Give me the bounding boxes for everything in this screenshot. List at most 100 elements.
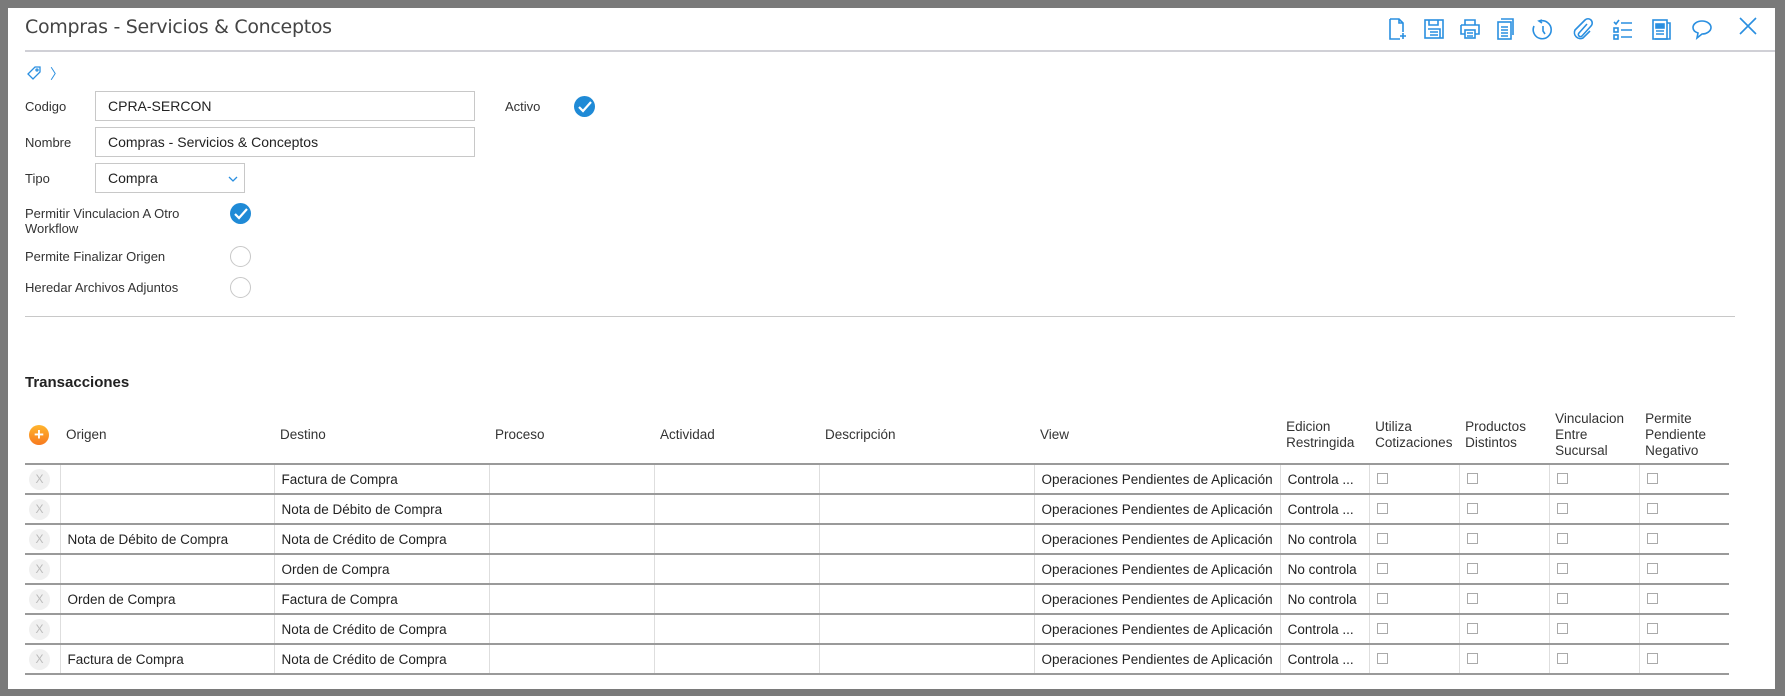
delete-row-button[interactable]: X: [29, 498, 50, 520]
cotizaciones-checkbox[interactable]: [1376, 472, 1388, 484]
proceso-cell[interactable]: [488, 524, 654, 555]
view-cell[interactable]: Operaciones Pendientes de Aplicación: [1033, 554, 1281, 585]
pendiente-checkbox[interactable]: [1646, 532, 1658, 544]
cotizaciones-checkbox[interactable]: [1376, 592, 1388, 604]
destino-cell[interactable]: Orden de Compra: [273, 554, 489, 585]
pendiente-checkbox[interactable]: [1646, 562, 1658, 574]
origen-cell[interactable]: Factura de Compra: [59, 644, 274, 675]
vinculacion-checkbox[interactable]: [1556, 502, 1568, 514]
proceso-cell[interactable]: [488, 614, 654, 645]
descripcion-cell[interactable]: [818, 554, 1034, 585]
cotizaciones-checkbox[interactable]: [1376, 532, 1388, 544]
activo-checkbox[interactable]: [574, 96, 595, 117]
table-row[interactable]: X Factura de Compra Nota de Crédito de Com…: [25, 644, 1730, 675]
pendiente-checkbox[interactable]: [1646, 622, 1658, 634]
attach-button[interactable]: [1567, 14, 1597, 44]
table-row[interactable]: X Factura de Compra Operaciones Pendientes…: [25, 464, 1730, 495]
view-cell[interactable]: Operaciones Pendientes de Aplicación: [1033, 524, 1281, 555]
delete-row-button[interactable]: X: [29, 648, 50, 670]
tag-icon[interactable]: [26, 65, 42, 86]
descripcion-cell[interactable]: [818, 644, 1034, 675]
origen-cell[interactable]: [59, 464, 274, 495]
proceso-cell[interactable]: [488, 554, 654, 585]
table-row[interactable]: X Orden de Compra Factura de Compra Operaci…: [25, 584, 1730, 615]
productos-checkbox[interactable]: [1466, 622, 1478, 634]
pendiente-checkbox[interactable]: [1646, 502, 1658, 514]
edicion-cell[interactable]: Controla ...: [1279, 644, 1370, 675]
add-row-button[interactable]: +: [29, 424, 49, 445]
nombre-input[interactable]: Compras - Servicios & Conceptos: [95, 127, 475, 157]
cotizaciones-checkbox[interactable]: [1376, 562, 1388, 574]
edicion-cell[interactable]: Controla ...: [1279, 464, 1370, 495]
new-document-button[interactable]: [1382, 14, 1412, 44]
table-row[interactable]: X Nota de Crédito de Compra Operaciones Pe…: [25, 614, 1730, 645]
checklist-button[interactable]: [1608, 14, 1638, 44]
origen-cell[interactable]: Nota de Débito de Compra: [59, 524, 274, 555]
history-button[interactable]: [1527, 14, 1557, 44]
view-cell[interactable]: Operaciones Pendientes de Aplicación: [1033, 584, 1281, 615]
edicion-cell[interactable]: No controla: [1279, 524, 1370, 555]
view-cell[interactable]: Operaciones Pendientes de Aplicación: [1033, 644, 1281, 675]
report-button[interactable]: [1646, 14, 1676, 44]
pendiente-checkbox[interactable]: [1646, 592, 1658, 604]
breadcrumb-chevron-icon[interactable]: 〉: [50, 64, 64, 84]
destino-cell[interactable]: Nota de Crédito de Compra: [273, 614, 489, 645]
actividad-cell[interactable]: [653, 614, 819, 645]
view-cell[interactable]: Operaciones Pendientes de Aplicación: [1033, 494, 1281, 525]
destino-cell[interactable]: Factura de Compra: [273, 584, 489, 615]
productos-checkbox[interactable]: [1466, 592, 1478, 604]
vinculacion-checkbox[interactable]: [1556, 562, 1568, 574]
edicion-cell[interactable]: Controla ...: [1279, 614, 1370, 645]
actividad-cell[interactable]: [653, 524, 819, 555]
destino-cell[interactable]: Nota de Débito de Compra: [273, 494, 489, 525]
destino-cell[interactable]: Nota de Crédito de Compra: [273, 524, 489, 555]
pendiente-checkbox[interactable]: [1646, 472, 1658, 484]
productos-checkbox[interactable]: [1466, 472, 1478, 484]
descripcion-cell[interactable]: [818, 614, 1034, 645]
cotizaciones-checkbox[interactable]: [1376, 502, 1388, 514]
actividad-cell[interactable]: [653, 464, 819, 495]
actividad-cell[interactable]: [653, 584, 819, 615]
productos-checkbox[interactable]: [1466, 562, 1478, 574]
origen-cell[interactable]: [59, 494, 274, 525]
vinculacion-checkbox[interactable]: [1556, 472, 1568, 484]
descripcion-cell[interactable]: [818, 464, 1034, 495]
origen-cell[interactable]: [59, 614, 274, 645]
actividad-cell[interactable]: [653, 644, 819, 675]
productos-checkbox[interactable]: [1466, 652, 1478, 664]
delete-row-button[interactable]: X: [29, 528, 50, 550]
edicion-cell[interactable]: No controla: [1279, 584, 1370, 615]
view-cell[interactable]: Operaciones Pendientes de Aplicación: [1033, 614, 1281, 645]
vinculacion-checkbox[interactable]: [1556, 592, 1568, 604]
destino-cell[interactable]: Factura de Compra: [273, 464, 489, 495]
comment-button[interactable]: [1687, 14, 1717, 44]
edicion-cell[interactable]: Controla ...: [1279, 494, 1370, 525]
heredar-checkbox[interactable]: [230, 277, 251, 298]
table-row[interactable]: X Orden de Compra Operaciones Pendientes d…: [25, 554, 1730, 585]
vinculacion-checkbox[interactable]: [1556, 622, 1568, 634]
origen-cell[interactable]: Orden de Compra: [59, 584, 274, 615]
productos-checkbox[interactable]: [1466, 532, 1478, 544]
close-button[interactable]: [1733, 11, 1763, 41]
copy-button[interactable]: [1490, 14, 1520, 44]
codigo-input[interactable]: CPRA-SERCON: [95, 91, 475, 121]
actividad-cell[interactable]: [653, 494, 819, 525]
destino-cell[interactable]: Nota de Crédito de Compra: [273, 644, 489, 675]
descripcion-cell[interactable]: [818, 494, 1034, 525]
proceso-cell[interactable]: [488, 584, 654, 615]
vinculacion-checkbox[interactable]: [230, 203, 251, 224]
edicion-cell[interactable]: No controla: [1279, 554, 1370, 585]
print-button[interactable]: [1455, 14, 1485, 44]
delete-row-button[interactable]: X: [29, 618, 50, 640]
proceso-cell[interactable]: [488, 644, 654, 675]
descripcion-cell[interactable]: [818, 524, 1034, 555]
actividad-cell[interactable]: [653, 554, 819, 585]
vinculacion-checkbox[interactable]: [1556, 532, 1568, 544]
descripcion-cell[interactable]: [818, 584, 1034, 615]
view-cell[interactable]: Operaciones Pendientes de Aplicación: [1033, 464, 1281, 495]
productos-checkbox[interactable]: [1466, 502, 1478, 514]
delete-row-button[interactable]: X: [29, 588, 50, 610]
cotizaciones-checkbox[interactable]: [1376, 622, 1388, 634]
origen-cell[interactable]: [59, 554, 274, 585]
proceso-cell[interactable]: [488, 464, 654, 495]
